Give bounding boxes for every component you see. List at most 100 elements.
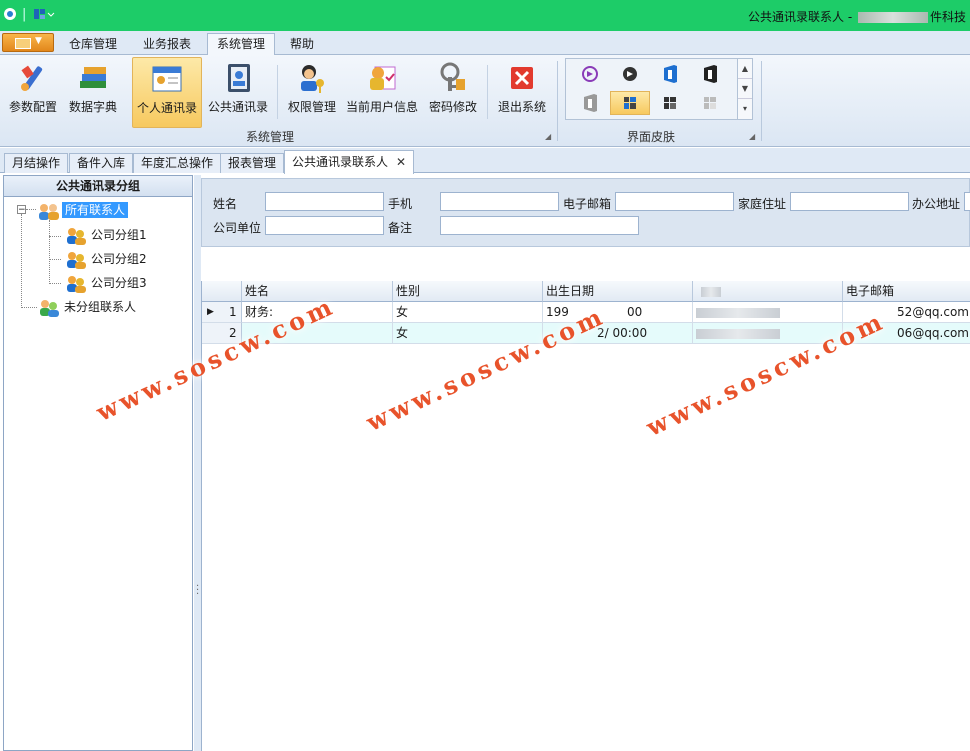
doc-tab-monthly[interactable]: 月结操作 xyxy=(4,153,69,173)
tree-line xyxy=(49,259,61,260)
skin-group-label: 界面皮肤 xyxy=(627,130,676,144)
ribbon-separator xyxy=(277,65,278,119)
document-tab-strip: 月结操作 备件入库 年度汇总操作 报表管理 公共通讯录联系人 ✕ xyxy=(0,148,970,174)
panel-splitter[interactable]: · · · xyxy=(194,175,201,751)
application-menu-button[interactable]: ▼ xyxy=(2,33,54,52)
group-users-icon xyxy=(67,227,86,245)
column-header-gender[interactable]: 性别 xyxy=(393,281,543,302)
email-input[interactable] xyxy=(615,192,734,211)
current-user-info-button[interactable]: 当前用户信息 xyxy=(343,57,421,127)
tree-title: 公共通讯录分组 xyxy=(4,176,192,197)
books-icon xyxy=(76,61,110,95)
skin-office-black-icon[interactable] xyxy=(690,63,730,87)
tree-node-ungrouped[interactable]: 未分组联系人 xyxy=(37,296,139,318)
skin-vs-dark-icon[interactable] xyxy=(610,63,650,87)
group-users-icon xyxy=(67,251,86,269)
doc-tab-reports[interactable]: 报表管理 xyxy=(220,153,285,173)
tree-line xyxy=(26,209,36,210)
window-title: 公共通讯录联系人 - 件科技 xyxy=(748,10,966,24)
tree-line xyxy=(49,220,50,284)
ungrouped-users-icon xyxy=(40,299,59,317)
tree-node-group-1[interactable]: 公司分组1 xyxy=(64,224,150,246)
home-address-label: 家庭住址 xyxy=(738,197,787,211)
column-header-birthdate[interactable]: 出生日期 xyxy=(543,281,693,302)
tab-warehouse[interactable]: 仓库管理 xyxy=(60,34,126,55)
param-config-button[interactable]: 参数配置 xyxy=(5,57,61,127)
tab-help[interactable]: 帮助 xyxy=(281,34,323,55)
personal-contacts-button[interactable]: 个人通讯录 xyxy=(132,57,202,128)
wrench-icon xyxy=(16,61,50,95)
office-address-label: 办公地址 xyxy=(912,197,961,211)
skin-metro-selected-icon[interactable] xyxy=(610,91,650,115)
skin-office-gray-icon[interactable] xyxy=(570,92,610,116)
mobile-input[interactable] xyxy=(440,192,559,211)
user-info-icon xyxy=(365,61,399,95)
group-users-icon xyxy=(67,275,86,293)
ribbon-group-separator xyxy=(557,61,558,141)
tab-reports[interactable]: 业务报表 xyxy=(134,34,200,55)
blurred-value xyxy=(696,328,780,339)
column-header-blurred[interactable] xyxy=(693,281,843,302)
doc-tab-yearly[interactable]: 年度汇总操作 xyxy=(133,153,222,173)
password-change-button[interactable]: 密码修改 xyxy=(425,57,481,127)
title-bar: | 公共通讯录联系人 - 件科技 xyxy=(0,0,970,31)
tree-node-group-3[interactable]: 公司分组3 xyxy=(64,272,150,294)
user-key-icon xyxy=(295,61,329,95)
doc-tab-public-contacts[interactable]: 公共通讯录联系人 ✕ xyxy=(284,150,415,174)
data-dictionary-button[interactable]: 数据字典 xyxy=(65,57,121,127)
skin-office-blue-icon[interactable] xyxy=(650,63,690,87)
app-icon[interactable] xyxy=(3,7,17,25)
ribbon-group-separator xyxy=(761,61,762,141)
skin-launcher-icon[interactable]: ◢ xyxy=(749,132,755,141)
group-tree-panel: 公共通讯录分组 − 所有联系人 公司分组1 公司分组2 公司分组3 未分组联系人 xyxy=(3,175,193,751)
row-indicator[interactable]: ▶ 1 xyxy=(202,302,242,323)
skin-metro-light-icon[interactable] xyxy=(690,92,730,116)
tree-line xyxy=(49,236,61,237)
ribbon-tab-row: ▼ 仓库管理 业务报表 系统管理 帮助 xyxy=(0,31,970,57)
ribbon-separator xyxy=(487,65,488,119)
ribbon-panel: 参数配置 数据字典 个人通讯录 公共通讯录 权限管理 当前用户信息 密码修改 退… xyxy=(0,55,970,147)
close-tab-icon[interactable]: ✕ xyxy=(396,155,406,169)
cell-gender[interactable]: 女 xyxy=(393,302,543,323)
email-label: 电子邮箱 xyxy=(563,197,612,211)
scroll-down-icon[interactable]: ▼ xyxy=(738,79,752,99)
doc-tab-spare-in[interactable]: 备件入库 xyxy=(69,153,134,173)
name-input[interactable] xyxy=(265,192,384,211)
tab-system[interactable]: 系统管理 xyxy=(207,33,276,57)
office-address-input[interactable] xyxy=(964,192,970,211)
row-header-corner xyxy=(202,281,242,302)
current-row-arrow-icon: ▶ xyxy=(207,307,214,317)
skin-gallery-scrollbar[interactable]: ▲ ▼ ▾ xyxy=(737,59,752,119)
app-menu-icon xyxy=(15,38,31,49)
tree-collapse-icon[interactable]: − xyxy=(17,205,26,215)
tree-node-all-contacts[interactable]: 所有联系人 xyxy=(36,199,129,221)
company-input[interactable] xyxy=(265,216,384,235)
group-launcher-icon[interactable]: ◢ xyxy=(545,132,551,141)
tree-node-group-2[interactable]: 公司分组2 xyxy=(64,248,150,270)
skin-vs-purple-icon[interactable] xyxy=(570,63,610,87)
group-people-icon xyxy=(39,203,59,220)
blurred-header xyxy=(701,286,721,297)
skin-metro-dark-icon[interactable] xyxy=(650,92,690,116)
system-group-label: 系统管理 xyxy=(246,130,295,144)
quick-access-separator: | xyxy=(22,7,27,22)
public-contacts-button[interactable]: 公共通讯录 xyxy=(205,57,271,127)
tree-line xyxy=(49,283,61,284)
tree-line xyxy=(21,307,37,308)
exit-system-button[interactable]: 退出系统 xyxy=(494,57,550,127)
quick-access-layout-icon[interactable] xyxy=(33,7,55,25)
remark-input[interactable] xyxy=(440,216,639,235)
doc-tab-label: 公共通讯录联系人 xyxy=(292,155,389,169)
remark-label: 备注 xyxy=(388,221,413,235)
gallery-expand-icon[interactable]: ▾ xyxy=(738,99,752,118)
home-address-input[interactable] xyxy=(790,192,909,211)
cell-blurred[interactable] xyxy=(693,302,843,323)
column-header-email[interactable]: 电子邮箱 xyxy=(843,281,970,302)
contacts-grid: 姓名 性别 出生日期 电子邮箱 ▶ 1 财务: 女 199 00 52@qq.co… xyxy=(201,281,970,751)
permission-button[interactable]: 权限管理 xyxy=(284,57,340,127)
search-panel: 姓名 手机 电子邮箱 家庭住址 办公地址 公司单位 备注 xyxy=(201,178,970,247)
contact-card-icon xyxy=(150,62,184,96)
company-label: 公司单位 xyxy=(213,221,262,235)
address-book-icon xyxy=(221,61,255,95)
scroll-up-icon[interactable]: ▲ xyxy=(738,59,752,79)
